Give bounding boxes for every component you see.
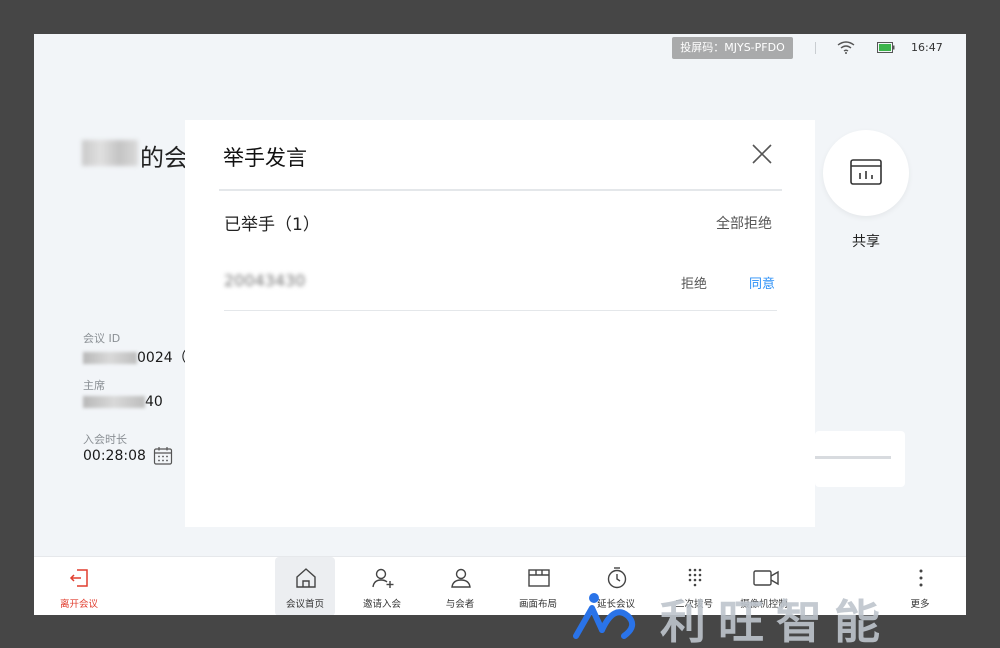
meeting-id-label: 会议 ID	[83, 332, 121, 345]
watermark-text: 利旺智能	[660, 595, 892, 648]
row-divider	[224, 310, 777, 311]
watermark: 利旺智能	[572, 586, 996, 648]
participant-name: 20043430	[224, 271, 306, 290]
cast-code-badge: 投屏码：MJYS-PFDO	[672, 37, 793, 59]
share-button[interactable]	[823, 130, 909, 216]
calendar-icon[interactable]	[153, 446, 173, 466]
meeting-title: 的会	[140, 144, 188, 172]
battery-icon	[877, 42, 895, 53]
meeting-id-suffix: 0024（	[137, 350, 187, 366]
host-label: 主席	[83, 379, 105, 392]
meeting-owner-redacted	[82, 140, 138, 166]
host-redacted	[83, 396, 145, 408]
participants-label: 与会者	[445, 599, 475, 610]
invite-label: 邀请入会	[362, 599, 401, 610]
leave-meeting-label: 离开会议	[59, 599, 98, 610]
invite-button[interactable]: 邀请入会	[352, 557, 412, 615]
add-user-icon	[372, 568, 394, 588]
wifi-icon	[837, 41, 855, 54]
share-label: 共享	[852, 234, 880, 250]
reject-all-button[interactable]: 全部拒绝	[716, 213, 772, 233]
home-icon	[296, 568, 316, 588]
dialog-title: 举手发言	[223, 146, 307, 170]
layout-icon	[528, 569, 550, 587]
accept-button[interactable]: 同意	[749, 273, 775, 292]
close-icon[interactable]	[750, 142, 774, 166]
dialog-divider	[219, 189, 782, 191]
logo-icon	[573, 593, 636, 639]
duration-value: 00:28:08	[83, 448, 146, 464]
meeting-id-redacted	[83, 352, 137, 364]
status-divider	[815, 42, 816, 54]
meeting-id-value: 0024（	[83, 347, 187, 367]
host-suffix: 40	[145, 394, 163, 410]
meeting-home-button[interactable]: 会议首页	[275, 557, 335, 615]
status-bar: 投屏码：MJYS-PFDO 16:47	[34, 34, 966, 62]
reject-button[interactable]: 拒绝	[681, 273, 707, 292]
side-panel-card	[815, 431, 905, 487]
side-panel-bar	[815, 456, 891, 459]
duration-label: 入会时长	[83, 433, 127, 446]
layout-button[interactable]: 画面布局	[508, 557, 568, 615]
meeting-home-label: 会议首页	[285, 599, 324, 610]
user-icon	[451, 568, 471, 588]
status-clock: 16:47	[911, 41, 943, 54]
layout-label: 画面布局	[518, 599, 557, 610]
leave-meeting-button[interactable]: 离开会议	[49, 557, 109, 615]
raised-hands-count: 已举手（1）	[224, 215, 320, 235]
host-value: 40	[83, 394, 163, 410]
participants-button[interactable]: 与会者	[430, 557, 490, 615]
leave-icon	[69, 569, 88, 587]
share-screen-icon	[850, 159, 882, 185]
raise-hand-dialog: 举手发言 已举手（1） 全部拒绝 20043430 拒绝 同意	[185, 120, 815, 527]
